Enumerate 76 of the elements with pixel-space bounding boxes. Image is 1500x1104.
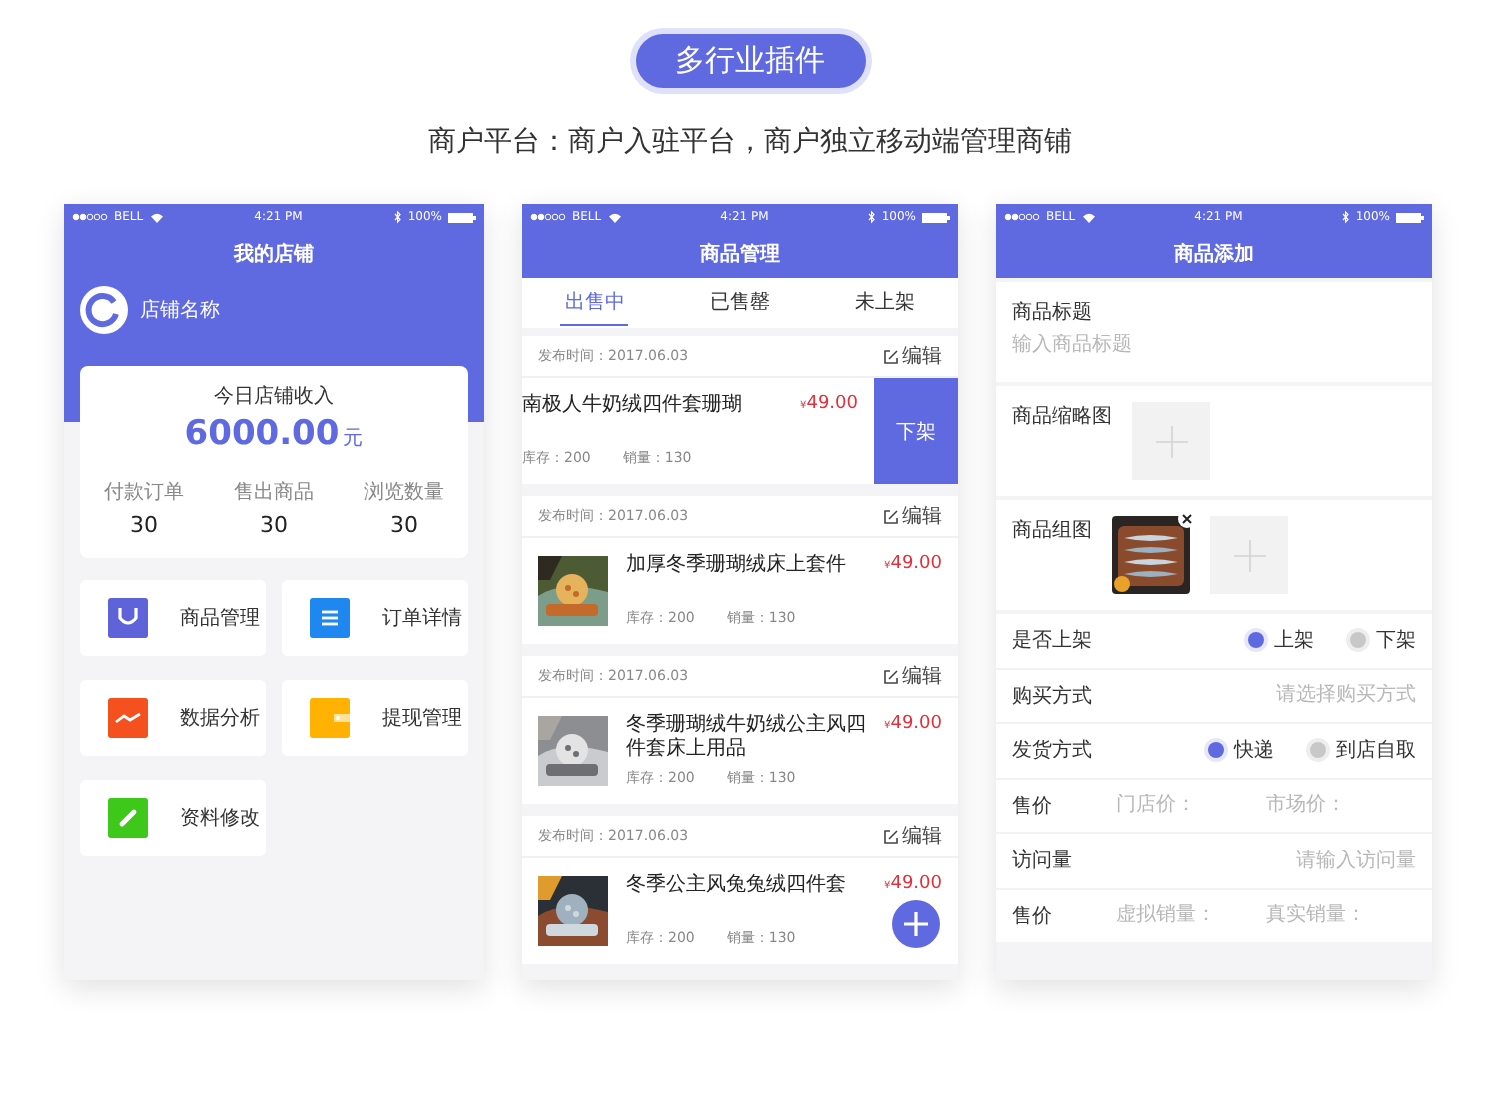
product-name: 南极人牛奶绒四件套珊瑚 xyxy=(522,394,742,418)
income-amount: 6000.00 xyxy=(184,414,340,454)
field-label: 售价 xyxy=(1012,793,1054,820)
edit-button[interactable]: 编辑 xyxy=(884,502,942,530)
field-label: 商品标题 xyxy=(1012,299,1094,326)
product-name: 冬季公主风兔兔绒四件套 xyxy=(626,874,846,898)
shop-logo-icon xyxy=(80,286,128,334)
signal-icon xyxy=(1004,212,1040,222)
chart-icon xyxy=(108,698,148,738)
close-icon xyxy=(1182,514,1192,524)
edit-button[interactable]: 编辑 xyxy=(884,822,942,850)
field-label: 是否上架 xyxy=(1012,627,1094,655)
tab[interactable]: 未上架 xyxy=(851,280,920,326)
income-label: 今日店铺收入 xyxy=(214,383,334,410)
edit-icon xyxy=(884,829,898,843)
field-label: 购买方式 xyxy=(1012,683,1094,710)
menu-tile[interactable]: 数据分析 xyxy=(80,680,266,756)
edit-icon xyxy=(884,349,898,363)
pencil-icon xyxy=(108,798,148,838)
subtitle: 商户平台：商户入驻平台，商户独立移动端管理商铺 xyxy=(428,124,1072,160)
remove-button[interactable] xyxy=(1178,510,1196,528)
stat-label: 浏览数量 xyxy=(364,479,444,506)
wifi-icon xyxy=(607,211,622,223)
section-badge: 多行业插件 xyxy=(635,34,865,88)
battery-icon xyxy=(448,211,476,223)
field-label: 访问量 xyxy=(1012,847,1074,875)
field-label: 发货方式 xyxy=(1012,737,1094,765)
bluetooth-icon xyxy=(1341,210,1350,224)
product-name: 加厚冬季珊瑚绒床上套件 xyxy=(626,554,846,578)
screen-title: 我的店铺 xyxy=(234,240,314,268)
wifi-icon xyxy=(1081,211,1096,223)
stat-label: 售出商品 xyxy=(234,479,314,506)
menu-tile[interactable]: 资料修改 xyxy=(80,780,266,856)
wallet-icon xyxy=(310,698,350,738)
product-name: 冬季珊瑚绒牛奶绒公主风四件套床上用品 xyxy=(626,714,868,762)
radio-dot[interactable] xyxy=(1350,632,1366,649)
tab[interactable]: 出售中 xyxy=(560,280,629,326)
menu-tile[interactable]: 订单详情 xyxy=(282,580,468,656)
screen-title: 商品管理 xyxy=(700,240,780,268)
radio-option[interactable]: 上架 xyxy=(1248,626,1314,655)
edit-icon xyxy=(884,669,898,683)
stat-value: 30 xyxy=(260,512,288,538)
battery-icon xyxy=(1396,211,1424,223)
menu-tile[interactable]: 提现管理 xyxy=(282,680,468,756)
signal-icon xyxy=(72,212,108,222)
plus-icon xyxy=(1233,539,1265,571)
stat-value: 30 xyxy=(390,512,418,538)
battery-icon xyxy=(922,211,950,223)
screen-title: 商品添加 xyxy=(1174,240,1254,268)
bluetooth-icon xyxy=(867,210,876,224)
wifi-icon xyxy=(149,211,164,223)
signal-icon xyxy=(530,212,566,222)
edit-button[interactable]: 编辑 xyxy=(884,662,942,690)
shop-name: 店铺名称 xyxy=(140,297,220,324)
edit-button[interactable]: 编辑 xyxy=(884,342,942,370)
bluetooth-icon xyxy=(393,210,402,224)
field-label: 商品缩略图 xyxy=(1012,403,1112,432)
bag-icon xyxy=(108,598,148,638)
stat-label: 付款订单 xyxy=(104,479,184,506)
plus-icon xyxy=(904,912,928,936)
field-label: 商品组图 xyxy=(1012,517,1092,546)
radio-dot[interactable] xyxy=(1208,742,1224,759)
edit-icon xyxy=(884,509,898,523)
field-label: 售价 xyxy=(1012,903,1054,930)
radio-option[interactable]: 快递 xyxy=(1208,736,1274,765)
plus-icon xyxy=(1155,425,1187,457)
delist-button[interactable]: 下架 xyxy=(874,378,958,484)
radio-dot[interactable] xyxy=(1310,742,1326,759)
tab[interactable]: 已售罄 xyxy=(706,280,774,326)
radio-option[interactable]: 到店自取 xyxy=(1310,736,1416,765)
radio-option[interactable]: 下架 xyxy=(1350,626,1416,655)
stat-value: 30 xyxy=(130,512,158,538)
menu-tile[interactable]: 商品管理 xyxy=(80,580,266,656)
radio-dot[interactable] xyxy=(1248,632,1264,649)
currency-unit: 元 xyxy=(343,426,364,452)
list-icon xyxy=(310,598,350,638)
